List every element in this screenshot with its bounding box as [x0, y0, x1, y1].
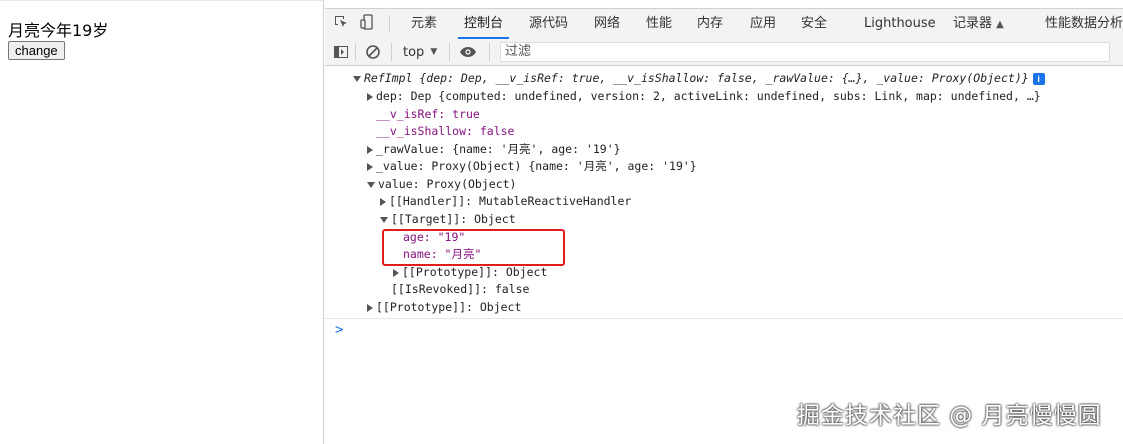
- tab-elements[interactable]: 元素: [405, 9, 443, 39]
- expand-triangle-icon[interactable]: [367, 162, 373, 171]
- expand-triangle-icon[interactable]: [380, 197, 386, 206]
- tree-item-prototype[interactable]: [[Prototype]]: Object: [367, 299, 521, 316]
- tree-item-value[interactable]: value: Proxy(Object): [367, 176, 516, 193]
- tree-item-handler[interactable]: [[Handler]]: MutableReactiveHandler: [380, 193, 631, 210]
- console-divider: [325, 318, 1123, 319]
- tree-item-v-isshallow: __v_isShallow: false: [376, 124, 515, 138]
- tree-item-target[interactable]: [[Target]]: Object: [380, 211, 516, 228]
- age-text: 月亮今年19岁: [8, 21, 109, 40]
- device-toolbar-icon[interactable]: [359, 14, 375, 34]
- tree-item-v-isref: __v_isRef: true: [376, 107, 480, 121]
- change-button[interactable]: change: [8, 41, 65, 60]
- dropdown-arrow-icon: ▼: [430, 47, 438, 57]
- tab-recorder-label: 记录器: [953, 16, 993, 31]
- devtools-panel: 元素 控制台 源代码 网络 性能 内存 应用 安全 Lighthouse 记录器…: [325, 0, 1123, 444]
- tab-sources[interactable]: 源代码: [523, 9, 574, 39]
- console-toolbar: top ▼ 过滤: [325, 39, 1123, 66]
- filter-placeholder: 过滤: [505, 44, 532, 59]
- tab-performance-insights[interactable]: 性能数据分析: [1039, 9, 1123, 39]
- tree-item-dep[interactable]: dep: Dep {computed: undefined, version: …: [367, 88, 1041, 105]
- toolbar-separator: [449, 43, 450, 61]
- tab-performance[interactable]: 性能: [640, 9, 678, 39]
- toolbar-separator: [391, 43, 392, 61]
- tab-console[interactable]: 控制台: [458, 9, 510, 39]
- console-filter-input[interactable]: 过滤: [500, 42, 1110, 62]
- live-expression-eye-icon[interactable]: [459, 43, 477, 61]
- console-line: [[Handler]]: MutableReactiveHandler: [389, 194, 632, 208]
- tab-security[interactable]: 安全: [795, 9, 833, 39]
- console-line: [[Prototype]]: Object: [402, 265, 548, 279]
- tab-recorder[interactable]: 记录器 ▲: [947, 9, 1010, 39]
- tree-item-rawvalue[interactable]: _rawValue: {name: '月亮', age: '19'}: [367, 141, 621, 158]
- toolbar-separator: [489, 43, 490, 61]
- context-selector-label: top: [403, 44, 425, 60]
- expand-triangle-icon[interactable]: [367, 303, 373, 312]
- console-line: RefImpl {dep: Dep, __v_isRef: true, __v_…: [364, 71, 1029, 85]
- console-line: _rawValue: {name: '月亮', age: '19'}: [376, 142, 621, 156]
- highlight-box: [382, 229, 565, 266]
- toolbar-separator: [355, 43, 356, 61]
- devtools-tabbar: 元素 控制台 源代码 网络 性能 内存 应用 安全 Lighthouse 记录器…: [325, 8, 1123, 40]
- expand-triangle-icon[interactable]: [367, 92, 373, 101]
- context-selector[interactable]: top ▼: [403, 43, 437, 61]
- expand-triangle-icon[interactable]: [367, 145, 373, 154]
- inspect-element-icon[interactable]: [333, 14, 349, 34]
- tabbar-separator: [389, 15, 390, 33]
- tree-item-target-prototype[interactable]: [[Prototype]]: Object: [393, 264, 547, 281]
- info-icon[interactable]: i: [1032, 72, 1045, 85]
- console-line: [[Target]]: Object: [391, 212, 516, 226]
- console-line: [[Prototype]]: Object: [376, 300, 522, 314]
- console-line: dep: Dep {computed: undefined, version: …: [376, 89, 1041, 103]
- console-line: value: Proxy(Object): [378, 177, 517, 191]
- console-line: _value: Proxy(Object) {name: '月亮', age: …: [376, 159, 697, 173]
- sidebar-toggle-icon[interactable]: [333, 43, 349, 61]
- clear-console-icon[interactable]: [365, 43, 381, 61]
- console-output: RefImpl {dep: Dep, __v_isRef: true, __v_…: [325, 66, 1123, 444]
- page-viewport: 月亮今年19岁 change: [0, 0, 324, 444]
- tab-application[interactable]: 应用: [744, 9, 782, 39]
- tree-item-value-private[interactable]: _value: Proxy(Object) {name: '月亮', age: …: [367, 158, 697, 175]
- collapse-triangle-icon[interactable]: [367, 181, 375, 188]
- console-prompt-icon[interactable]: >: [335, 322, 343, 338]
- tab-network[interactable]: 网络: [588, 9, 626, 39]
- tab-lighthouse[interactable]: Lighthouse: [858, 9, 942, 39]
- flask-icon: ▲: [996, 19, 1004, 30]
- collapse-triangle-icon[interactable]: [353, 75, 361, 82]
- tree-item-isrevoked: [[IsRevoked]]: false: [391, 282, 530, 296]
- console-object-root[interactable]: RefImpl {dep: Dep, __v_isRef: true, __v_…: [353, 70, 1045, 87]
- expand-triangle-icon[interactable]: [393, 268, 399, 277]
- tab-memory[interactable]: 内存: [691, 9, 729, 39]
- watermark: 掘金技术社区 @ 月亮慢慢圆: [797, 403, 1102, 429]
- collapse-triangle-icon[interactable]: [380, 216, 388, 223]
